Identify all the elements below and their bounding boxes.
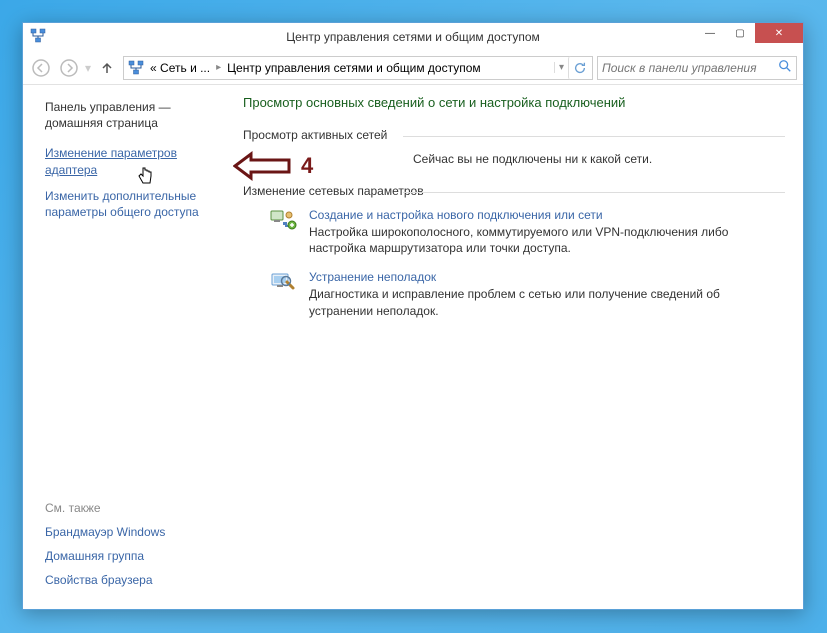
see-also-heading: См. также <box>45 501 221 515</box>
search-box[interactable] <box>597 56 797 80</box>
network-status-text: Сейчас вы не подключены ни к какой сети. <box>243 152 785 166</box>
homegroup-link[interactable]: Домашняя группа <box>45 549 221 563</box>
troubleshoot-block: Устранение неполадок Диагностика и испра… <box>269 270 785 318</box>
sidebar: Панель управления — домашняя страница Из… <box>23 85 233 609</box>
network-settings-heading: Изменение сетевых параметров <box>243 184 785 200</box>
refresh-button[interactable] <box>568 56 590 80</box>
change-adapter-settings-link[interactable]: Изменение параметров адаптера <box>45 145 221 177</box>
troubleshoot-link[interactable]: Устранение неполадок <box>309 270 785 284</box>
chevron-right-icon[interactable]: ▸ <box>212 62 225 73</box>
minimize-button[interactable]: — <box>695 23 725 43</box>
window-title: Центр управления сетями и общим доступом <box>286 30 540 44</box>
change-sharing-settings-link[interactable]: Изменить дополнительные параметры общего… <box>45 188 221 220</box>
setup-connection-icon <box>269 208 297 230</box>
network-center-icon <box>128 60 144 76</box>
setup-connection-link[interactable]: Создание и настройка нового подключения … <box>309 208 785 222</box>
control-panel-window: Центр управления сетями и общим доступом… <box>22 22 804 610</box>
setup-connection-desc: Настройка широкополосного, коммутируемог… <box>309 224 785 256</box>
main-content: Просмотр основных сведений о сети и наст… <box>233 85 803 609</box>
chevron-down-icon[interactable]: ▾ <box>554 62 568 73</box>
troubleshoot-desc: Диагностика и исправление проблем с сеть… <box>309 286 785 318</box>
active-networks-heading: Просмотр активных сетей <box>243 128 785 144</box>
troubleshoot-icon <box>269 270 297 292</box>
search-icon[interactable] <box>778 59 792 76</box>
breadcrumb-segment[interactable]: « Сеть и ... <box>148 61 212 75</box>
history-dropdown-icon[interactable]: ▾ <box>85 61 91 75</box>
windows-firewall-link[interactable]: Брандмауэр Windows <box>45 525 221 539</box>
titlebar: Центр управления сетями и общим доступом… <box>23 23 803 51</box>
control-panel-home-link[interactable]: Панель управления — домашняя страница <box>45 99 221 131</box>
body: Панель управления — домашняя страница Из… <box>23 85 803 609</box>
search-input[interactable] <box>602 61 778 75</box>
setup-connection-block: Создание и настройка нового подключения … <box>269 208 785 256</box>
up-button[interactable] <box>95 56 119 80</box>
forward-button[interactable] <box>57 56 81 80</box>
maximize-button[interactable]: ▢ <box>725 23 755 43</box>
breadcrumb-segment[interactable]: Центр управления сетями и общим доступом <box>225 61 483 75</box>
breadcrumb[interactable]: « Сеть и ... ▸ Центр управления сетями и… <box>123 56 593 80</box>
window-controls: — ▢ ✕ <box>695 23 803 43</box>
page-heading: Просмотр основных сведений о сети и наст… <box>243 95 785 110</box>
navigation-bar: ▾ « Сеть и ... ▸ Центр управления сетями… <box>23 51 803 85</box>
close-button[interactable]: ✕ <box>755 23 803 43</box>
network-center-icon <box>30 28 46 44</box>
browser-properties-link[interactable]: Свойства браузера <box>45 573 221 587</box>
back-button[interactable] <box>29 56 53 80</box>
